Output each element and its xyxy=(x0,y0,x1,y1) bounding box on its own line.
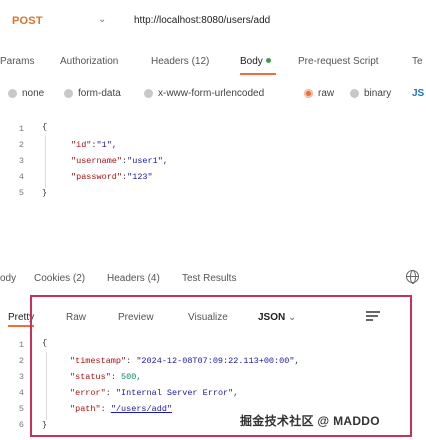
url-input[interactable]: http://localhost:8080/users/add xyxy=(134,15,270,26)
line-number: 5 xyxy=(18,188,24,198)
tab-cookies[interactable]: Cookies (2) xyxy=(34,273,85,284)
line-number: 3 xyxy=(18,372,24,382)
tab-response-headers[interactable]: Headers (4) xyxy=(107,273,160,284)
body-type-binary[interactable]: binary xyxy=(350,88,391,99)
tab-tests[interactable]: Te xyxy=(412,56,423,67)
chevron-down-icon[interactable]: ⌄ xyxy=(98,14,106,25)
line-number: 5 xyxy=(18,404,24,414)
body-type-label: form-data xyxy=(78,88,121,99)
body-type-form-data[interactable]: form-data xyxy=(64,88,121,99)
code-line: "password":"123" xyxy=(71,172,153,182)
http-method-select[interactable]: POST xyxy=(12,15,43,27)
body-type-urlencoded[interactable]: x-www-form-urlencoded xyxy=(144,88,264,99)
body-language-select[interactable]: JS xyxy=(412,88,424,99)
body-type-label: none xyxy=(22,88,45,99)
body-type-label: raw xyxy=(318,88,335,99)
line-number: 4 xyxy=(18,388,24,398)
radio-icon xyxy=(8,89,17,98)
line-number: 6 xyxy=(18,420,24,430)
code-line: "username":"user1", xyxy=(71,156,168,166)
active-tab-indicator xyxy=(240,73,276,75)
line-number: 1 xyxy=(18,124,24,134)
tab-body[interactable]: Body xyxy=(240,56,271,67)
tab-pre-request-script[interactable]: Pre-request Script xyxy=(298,56,379,67)
body-type-raw[interactable]: raw xyxy=(304,88,334,99)
line-number: 3 xyxy=(18,156,24,166)
request-body-editor[interactable]: { xyxy=(42,122,47,132)
code-line: "id":"1", xyxy=(71,140,117,150)
close-brace: } xyxy=(42,188,48,198)
radio-icon xyxy=(350,89,359,98)
radio-icon xyxy=(144,89,153,98)
radio-selected-icon xyxy=(304,89,313,98)
tab-response-body[interactable]: ody xyxy=(0,273,16,284)
radio-icon xyxy=(64,89,73,98)
line-number: 4 xyxy=(18,172,24,182)
line-number: 2 xyxy=(18,356,24,366)
indent-guide xyxy=(45,136,46,188)
tab-test-results[interactable]: Test Results xyxy=(182,273,236,284)
watermark: 掘金技术社区 @ MADDO xyxy=(240,414,380,428)
globe-icon[interactable] xyxy=(406,270,419,284)
line-number: 1 xyxy=(18,340,24,350)
tab-headers[interactable]: Headers (12) xyxy=(151,56,209,67)
body-type-label: binary xyxy=(364,88,392,99)
tab-body-label: Body xyxy=(240,56,263,67)
tab-params[interactable]: Params xyxy=(0,56,34,67)
tab-authorization[interactable]: Authorization xyxy=(60,56,118,67)
open-brace: { xyxy=(42,122,48,132)
modified-dot-icon xyxy=(265,57,271,63)
body-type-none[interactable]: none xyxy=(8,88,44,99)
body-type-label: x-www-form-urlencoded xyxy=(158,88,265,99)
line-number: 2 xyxy=(18,140,24,150)
